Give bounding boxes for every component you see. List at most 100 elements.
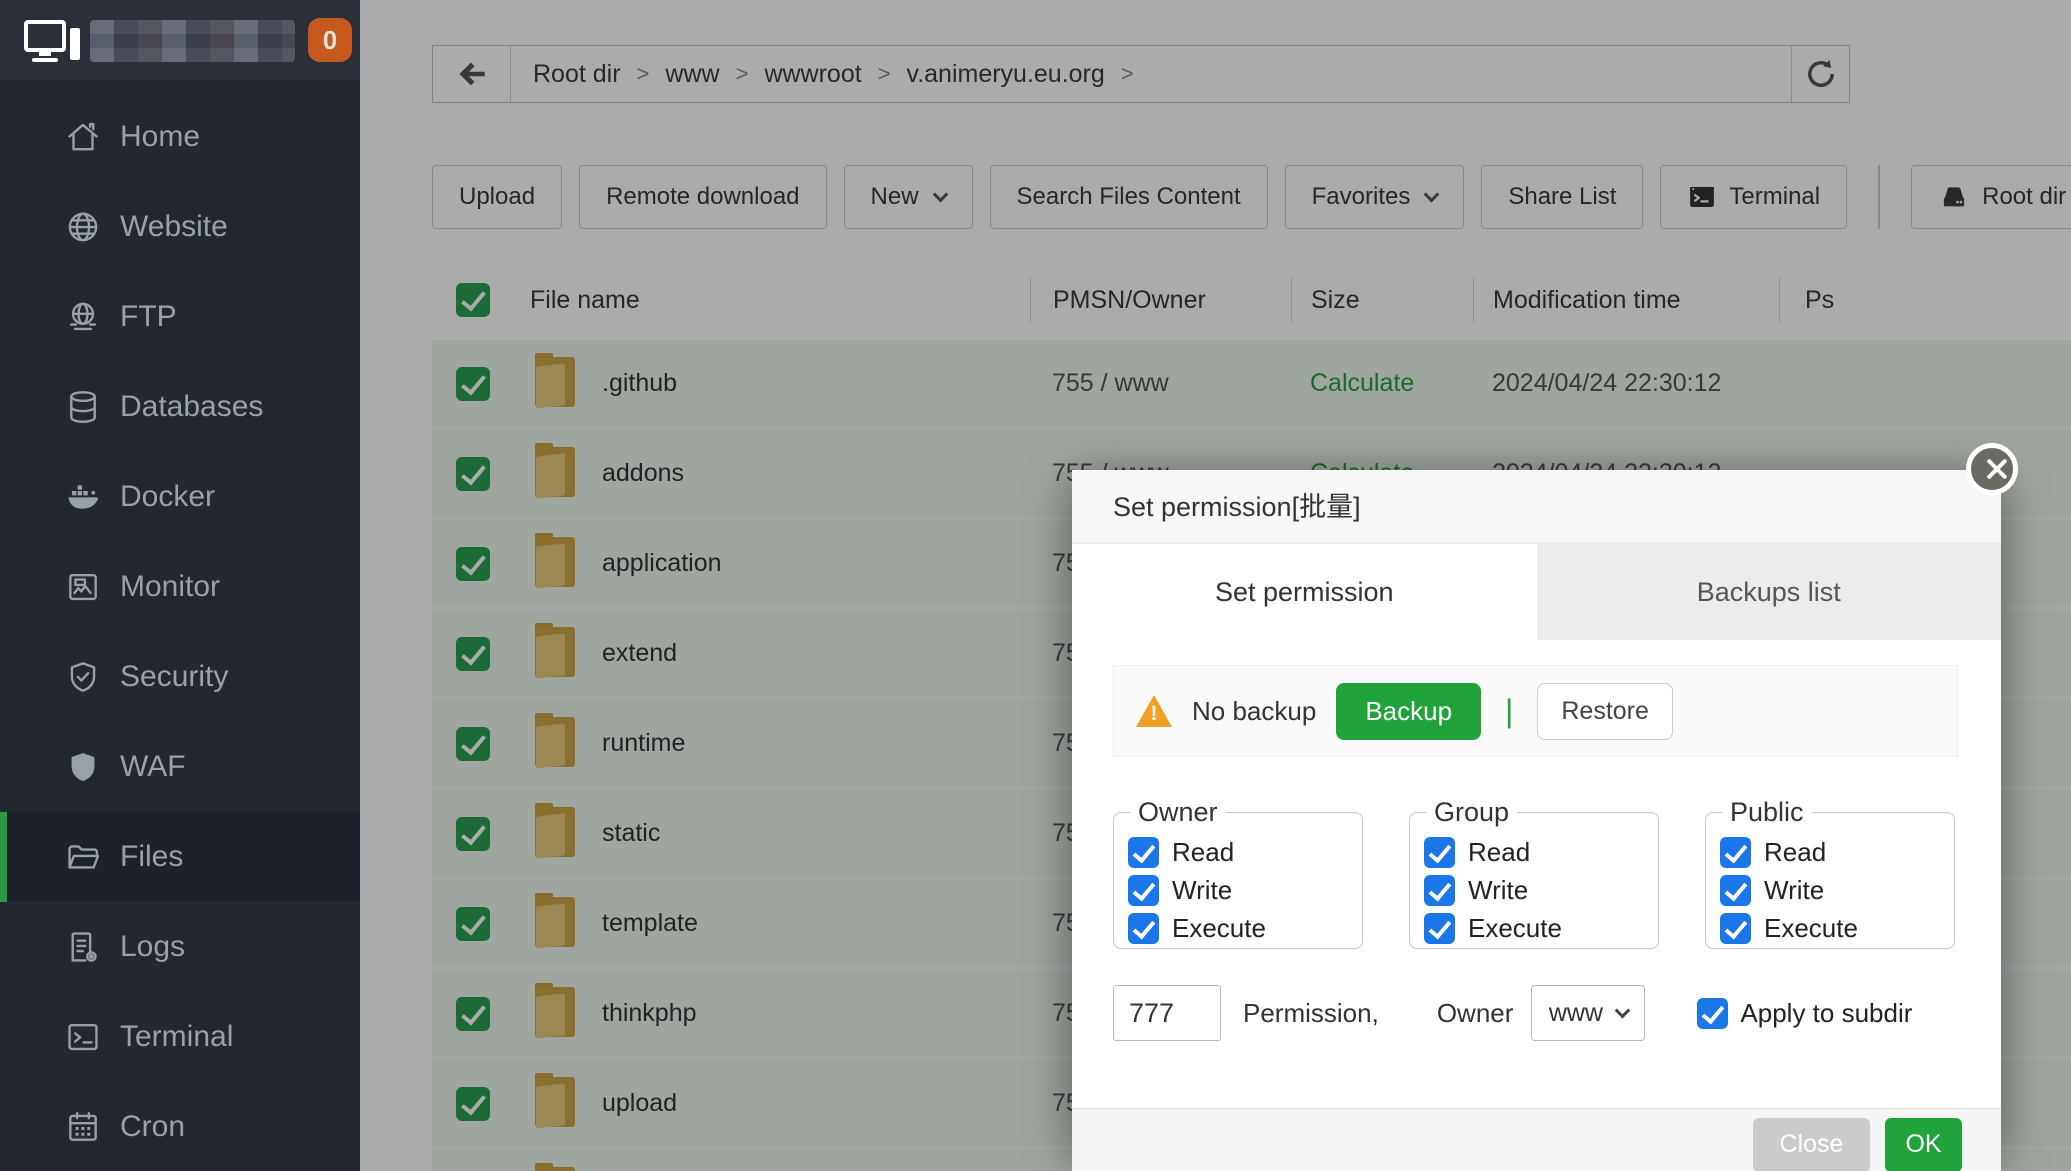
sidebar-item-ftp[interactable]: FTP xyxy=(0,272,360,362)
notification-badge[interactable]: 0 xyxy=(308,18,352,62)
apply-subdir-option: Apply to subdir xyxy=(1697,998,1912,1029)
dialog-footer: Close OK xyxy=(1072,1108,2001,1171)
owner-select[interactable]: www xyxy=(1531,985,1645,1041)
permission-group-public: Public Read Write Execute xyxy=(1705,797,1955,949)
sidebar-item-label: FTP xyxy=(120,300,177,334)
app-root: 0 Home Website FTP Databases Docker Monitor Se… xyxy=(0,0,2071,1171)
read-checkbox[interactable] xyxy=(1720,837,1751,868)
chevron-down-icon xyxy=(1615,1002,1631,1018)
tab-set-permission[interactable]: Set permission xyxy=(1072,544,1537,640)
folder-open-icon xyxy=(64,838,102,876)
sidebar-item-monitor[interactable]: Monitor xyxy=(0,542,360,632)
permission-option-label: Read xyxy=(1764,837,1826,868)
write-checkbox[interactable] xyxy=(1424,875,1455,906)
permission-option: Read xyxy=(1128,837,1362,868)
sidebar-item-databases[interactable]: Databases xyxy=(0,362,360,452)
sidebar-item-label: Cron xyxy=(120,1110,185,1144)
permission-option: Execute xyxy=(1424,913,1658,944)
permission-option-label: Write xyxy=(1764,875,1824,906)
sidebar-item-logs[interactable]: Logs xyxy=(0,902,360,992)
dialog-tabs: Set permissionBackups list xyxy=(1072,544,2001,640)
monitor-chart-icon xyxy=(64,568,102,606)
read-checkbox[interactable] xyxy=(1128,837,1159,868)
execute-checkbox[interactable] xyxy=(1720,913,1751,944)
docker-whale-icon xyxy=(64,478,102,516)
owner-select-value: www xyxy=(1549,999,1603,1028)
permission-group-legend: Group xyxy=(1426,797,1517,828)
backup-button[interactable]: Backup xyxy=(1336,683,1481,740)
globe-icon xyxy=(64,208,102,246)
permission-group-owner: Owner Read Write Execute xyxy=(1113,797,1363,949)
ftp-globe-icon xyxy=(64,298,102,336)
shield-filled-icon xyxy=(64,748,102,786)
sidebar-item-label: Logs xyxy=(120,930,185,964)
backup-divider: | xyxy=(1505,693,1513,730)
sidebar-nav: Home Website FTP Databases Docker Monitor Secu… xyxy=(0,92,360,1171)
set-permission-dialog: Set permission[批量] Set permissionBackups… xyxy=(1072,470,2001,1155)
permission-option: Read xyxy=(1720,837,1954,868)
backup-panel: No backup Backup | Restore xyxy=(1113,665,1958,757)
sidebar-item-label: WAF xyxy=(120,750,186,784)
sidebar: 0 Home Website FTP Databases Docker Monitor Se… xyxy=(0,0,360,1171)
calendar-icon xyxy=(64,1108,102,1146)
sidebar-item-label: Monitor xyxy=(120,570,220,604)
warning-icon xyxy=(1136,695,1172,727)
owner-label: Owner xyxy=(1437,998,1514,1029)
execute-checkbox[interactable] xyxy=(1424,913,1455,944)
permission-value-input[interactable] xyxy=(1113,985,1221,1041)
permission-option: Write xyxy=(1128,875,1362,906)
permission-option-label: Read xyxy=(1468,837,1530,868)
sidebar-item-label: Terminal xyxy=(120,1020,233,1054)
close-button[interactable]: Close xyxy=(1753,1118,1870,1171)
sidebar-item-website[interactable]: Website xyxy=(0,182,360,272)
permission-option: Read xyxy=(1424,837,1658,868)
log-document-icon xyxy=(64,928,102,966)
tab-backups-list[interactable]: Backups list xyxy=(1537,544,2002,640)
apply-subdir-label: Apply to subdir xyxy=(1740,998,1912,1029)
permission-groups: Owner Read Write Execute Group Read Write Execu… xyxy=(1113,797,2001,949)
permission-option-label: Write xyxy=(1172,875,1232,906)
permission-option: Write xyxy=(1720,875,1954,906)
home-icon xyxy=(64,118,102,156)
permission-option: Write xyxy=(1424,875,1658,906)
sidebar-item-label: Docker xyxy=(120,480,215,514)
permission-option: Execute xyxy=(1128,913,1362,944)
database-icon xyxy=(64,388,102,426)
sidebar-item-docker[interactable]: Docker xyxy=(0,452,360,542)
restore-button[interactable]: Restore xyxy=(1537,683,1673,740)
sidebar-item-security[interactable]: Security xyxy=(0,632,360,722)
terminal-icon xyxy=(64,1018,102,1056)
permission-option-label: Read xyxy=(1172,837,1234,868)
permission-group-legend: Owner xyxy=(1130,797,1226,828)
sidebar-item-terminal[interactable]: Terminal xyxy=(0,992,360,1082)
permission-controls: Permission, Owner www Apply to subdir xyxy=(1113,985,2001,1041)
permission-option-label: Execute xyxy=(1764,913,1858,944)
sidebar-item-home[interactable]: Home xyxy=(0,92,360,182)
permission-label: Permission, xyxy=(1243,998,1379,1029)
permission-option-label: Execute xyxy=(1468,913,1562,944)
ok-button[interactable]: OK xyxy=(1885,1118,1962,1171)
dialog-body: No backup Backup | Restore Owner Read Writ… xyxy=(1072,665,2001,1108)
sidebar-item-label: Databases xyxy=(120,390,263,424)
sidebar-item-label: Website xyxy=(120,210,228,244)
permission-group-group: Group Read Write Execute xyxy=(1409,797,1659,949)
read-checkbox[interactable] xyxy=(1424,837,1455,868)
sidebar-item-label: Files xyxy=(120,840,183,874)
permission-option: Execute xyxy=(1720,913,1954,944)
sidebar-item-label: Security xyxy=(120,660,228,694)
sidebar-item-waf[interactable]: WAF xyxy=(0,722,360,812)
server-name-blurred[interactable] xyxy=(90,20,295,62)
apply-subdir-checkbox[interactable] xyxy=(1697,998,1728,1029)
permission-option-label: Execute xyxy=(1172,913,1266,944)
write-checkbox[interactable] xyxy=(1128,875,1159,906)
close-icon[interactable] xyxy=(1966,443,2018,495)
sidebar-item-cron[interactable]: Cron xyxy=(0,1082,360,1171)
execute-checkbox[interactable] xyxy=(1128,913,1159,944)
shield-check-icon xyxy=(64,658,102,696)
sidebar-item-files[interactable]: Files xyxy=(0,812,360,902)
permission-group-legend: Public xyxy=(1722,797,1812,828)
server-logo-icon xyxy=(24,18,80,64)
sidebar-item-label: Home xyxy=(120,120,200,154)
write-checkbox[interactable] xyxy=(1720,875,1751,906)
backup-status-text: No backup xyxy=(1192,696,1316,727)
